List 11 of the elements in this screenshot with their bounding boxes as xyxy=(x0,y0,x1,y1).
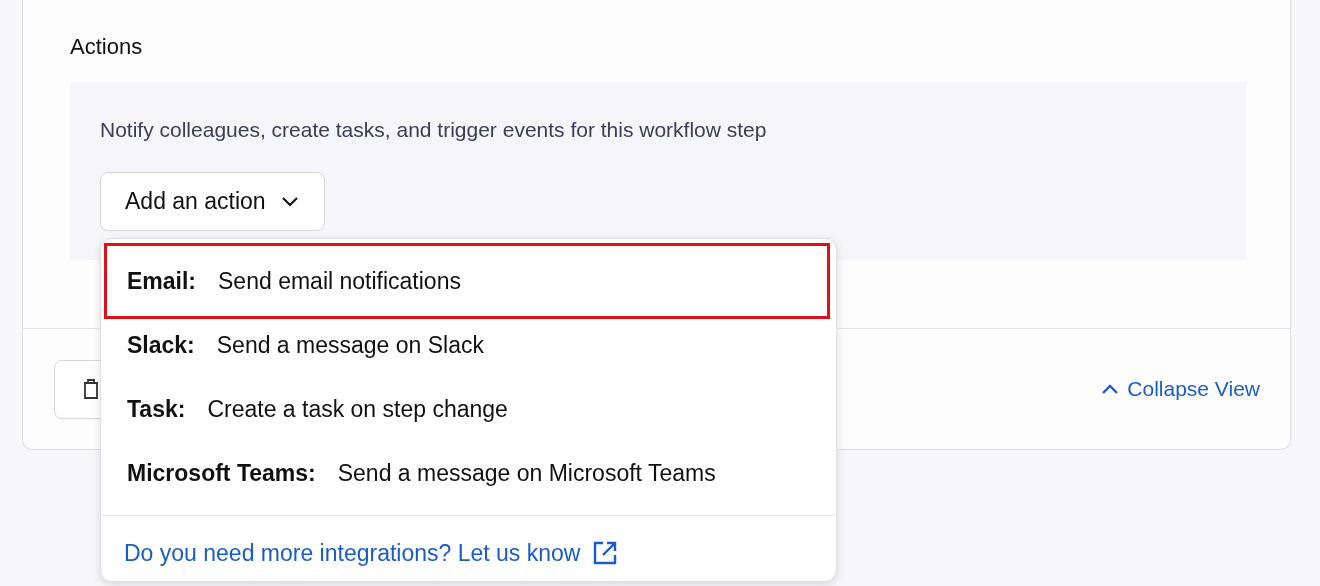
section-description: Notify colleagues, create tasks, and trigger events for this workflow step xyxy=(100,117,768,143)
menu-item[interactable]: Task: Create a task on step change xyxy=(104,377,830,441)
trash-icon xyxy=(81,377,101,401)
section-title: Actions xyxy=(70,34,144,60)
chevron-up-icon xyxy=(1101,383,1120,395)
collapse-view-link[interactable]: Collapse View xyxy=(1101,377,1260,401)
add-action-button[interactable]: Add an action xyxy=(100,172,325,231)
menu-item[interactable]: Microsoft Teams: Send a message on Microsoft Teams xyxy=(104,441,830,505)
external-link-icon xyxy=(592,540,619,566)
integrations-link[interactable]: Do you need more integrations? Let us know xyxy=(124,539,619,567)
menu-item[interactable]: Email: Send email notifications xyxy=(104,243,830,319)
